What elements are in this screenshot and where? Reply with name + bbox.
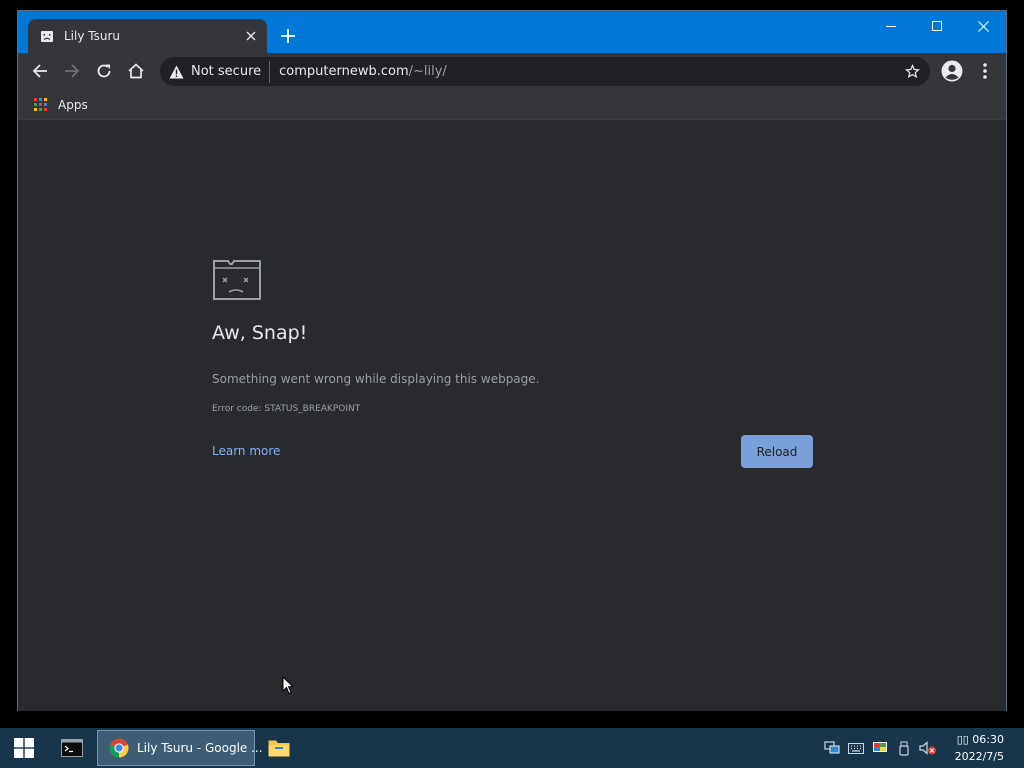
maximize-button[interactable] [914, 11, 960, 41]
home-button[interactable] [122, 57, 150, 85]
chrome-window: Lily Tsuru Not secure computernewb.com/~… [17, 10, 1007, 711]
forward-button[interactable] [58, 57, 86, 85]
bookmarks-bar: Apps [18, 90, 1006, 120]
security-indicator[interactable]: Not secure [169, 60, 271, 83]
display-tray-icon[interactable] [868, 728, 892, 768]
close-window-button[interactable] [960, 11, 1006, 41]
apps-shortcut[interactable]: Apps [30, 95, 92, 115]
back-arrow-icon [32, 64, 47, 78]
tab-title: Lily Tsuru [64, 29, 121, 43]
home-icon [128, 63, 144, 79]
reload-page-button[interactable]: Reload [741, 435, 813, 468]
plus-icon [281, 29, 295, 43]
clock-time: ▯▯ 06:30 [956, 733, 1004, 746]
command-prompt-icon [61, 739, 83, 757]
apps-label: Apps [58, 98, 88, 112]
tab-close-icon[interactable] [241, 26, 261, 46]
reload-button[interactable] [90, 57, 118, 85]
volume-muted-icon[interactable] [916, 728, 940, 768]
url-path: /~lily/ [408, 64, 447, 79]
page-content: Aw, Snap! Something went wrong while dis… [18, 121, 1006, 711]
error-message: Something went wrong while displaying th… [212, 372, 540, 386]
url-host: computernewb.com [279, 64, 409, 79]
clock-date: 2022/7/5 [954, 750, 1004, 763]
forward-arrow-icon [65, 64, 80, 78]
title-bar: Lily Tsuru [18, 11, 1006, 53]
url-text[interactable]: computernewb.com/~lily/ [279, 64, 900, 79]
minimize-icon [886, 26, 896, 27]
taskbar-clock[interactable]: ▯▯ 06:30 2022/7/5 [942, 731, 1004, 765]
sad-folder-icon [212, 259, 262, 305]
browser-tab[interactable]: Lily Tsuru [28, 19, 267, 53]
usb-tray-icon[interactable] [892, 728, 916, 768]
error-heading: Aw, Snap! [212, 322, 308, 344]
network-tray-icon[interactable] [820, 728, 844, 768]
apps-grid-icon [34, 98, 48, 112]
avatar-icon [941, 60, 963, 82]
minimize-button[interactable] [868, 11, 914, 41]
chrome-menu-button[interactable] [971, 57, 999, 85]
bookmark-star-button[interactable] [900, 60, 924, 84]
error-code: Error code: STATUS_BREAKPOINT [212, 404, 361, 414]
taskbar-chrome[interactable]: Lily Tsuru - Google ... [97, 730, 263, 766]
taskbar: Lily Tsuru - Google ... ▯▯ 06:30 2022/7/… [0, 728, 1024, 768]
profile-button[interactable] [938, 57, 966, 85]
taskbar-file-explorer[interactable] [257, 728, 301, 768]
close-icon [977, 20, 989, 32]
system-tray [820, 728, 940, 768]
maximize-icon [932, 21, 942, 31]
warning-icon [169, 65, 184, 78]
taskbar-chrome-label: Lily Tsuru - Google ... [137, 741, 263, 755]
security-label: Not secure [191, 64, 262, 79]
taskbar-command-prompt[interactable] [50, 728, 94, 768]
keyboard-tray-icon[interactable] [844, 728, 868, 768]
folder-icon [268, 740, 290, 757]
reload-icon [97, 64, 111, 78]
chrome-logo-icon [109, 738, 129, 758]
learn-more-link[interactable]: Learn more [212, 444, 280, 458]
kebab-menu-icon [983, 63, 987, 79]
window-controls [868, 11, 1006, 41]
mouse-cursor-icon [282, 675, 295, 699]
back-button[interactable] [26, 57, 54, 85]
new-tab-button[interactable] [276, 24, 300, 48]
address-bar[interactable]: Not secure computernewb.com/~lily/ [160, 57, 930, 86]
sad-page-icon [39, 28, 55, 44]
start-button[interactable] [0, 728, 48, 768]
browser-toolbar: Not secure computernewb.com/~lily/ [18, 53, 1006, 90]
windows-logo-icon [14, 738, 34, 758]
star-icon [904, 64, 920, 79]
